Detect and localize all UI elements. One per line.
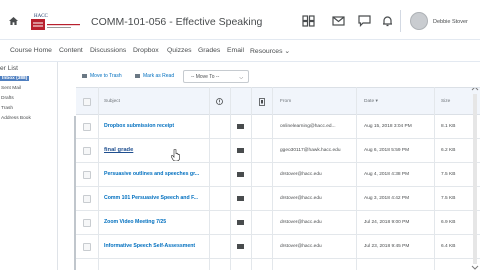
envelope-icon (237, 244, 244, 249)
message-from: drstover@hacc.edu (280, 244, 322, 249)
avatar[interactable] (410, 12, 428, 30)
row-checkbox[interactable] (83, 171, 91, 179)
folder-sidebar: er List Inbox (388) Sent Mail Drafts Tra… (0, 62, 56, 270)
table-row[interactable]: final grade ggeo30117@hawk.hacc.edu Aug … (76, 139, 480, 163)
trash-icon (82, 73, 87, 78)
mark-as-read-button[interactable]: Mark as Read (135, 73, 174, 79)
message-date: Jul 23, 2018 9:45 PM (364, 244, 410, 249)
folder-list-title: er List (0, 65, 18, 72)
message-icon[interactable] (358, 15, 371, 27)
envelope-icon (237, 148, 244, 153)
hand-cursor-icon (171, 149, 180, 161)
message-from: drstover@hacc.edu (280, 196, 322, 201)
envelope-open-icon (135, 73, 140, 78)
nav-content[interactable]: Content (59, 47, 83, 54)
message-from: drstover@hacc.edu (280, 220, 322, 225)
message-subject[interactable]: Persuasive outlines and speeches gr... (104, 171, 199, 177)
message-subject[interactable]: final grade (104, 147, 133, 153)
row-checkbox[interactable] (83, 243, 91, 251)
message-date: Aug 15, 2018 3:04 PM (364, 124, 412, 129)
sidebar-item-inbox[interactable]: Inbox (388) (0, 76, 30, 81)
message-size: 6.2 KB (441, 148, 456, 153)
message-size: 7.5 KB (441, 172, 456, 177)
move-to-select[interactable]: -- Move To -- ⌵ (183, 70, 249, 83)
message-subject[interactable]: Informative Speech Self-Assessment (104, 243, 195, 249)
sidebar-item-drafts[interactable]: Drafts (1, 96, 14, 101)
message-size: 8.1 KB (441, 124, 456, 129)
table-row[interactable]: Persuasive outlines and speeches gr... d… (76, 163, 480, 187)
column-size[interactable]: Size (441, 99, 450, 104)
row-checkbox[interactable] (83, 195, 91, 203)
nav-dropbox[interactable]: Dropbox (133, 47, 159, 54)
nav-email[interactable]: Email (227, 47, 244, 54)
home-icon[interactable] (9, 17, 18, 25)
table-header: Subject From Date ▾ Size (76, 87, 480, 115)
table-row[interactable]: Comm 101 Persuasive Speech and F... drst… (76, 187, 480, 211)
message-size: 6.4 KB (441, 244, 456, 249)
message-subject[interactable]: Zoom Video Meeting 7/25 (104, 219, 166, 225)
message-date: Aug 4, 2018 4:38 PM (364, 172, 410, 177)
toolbar-divider (400, 10, 401, 32)
envelope-icon (237, 196, 244, 201)
message-subject[interactable]: Comm 101 Persuasive Speech and F... (104, 195, 198, 201)
sidebar-item-sent-mail[interactable]: Sent Mail (1, 86, 21, 91)
hacc-logo[interactable]: HACC (30, 11, 82, 33)
nav-quizzes[interactable]: Quizzes (167, 47, 192, 54)
message-subject[interactable]: Dropbox submission receipt (104, 123, 174, 129)
mark-as-read-label: Mark as Read (143, 73, 175, 79)
column-from[interactable]: From (280, 99, 291, 104)
table-row[interactable]: Zoom Video Meeting 7/25 drstover@hacc.ed… (76, 211, 480, 235)
envelope-icon (237, 220, 244, 225)
attachment-icon[interactable] (259, 98, 265, 106)
nav-discussions[interactable]: Discussions (90, 47, 126, 54)
course-navbar: Course Home Content Discussions Dropbox … (0, 41, 480, 61)
nav-divider (0, 61, 480, 62)
row-checkbox[interactable] (83, 123, 91, 131)
select-all-checkbox[interactable] (83, 98, 91, 106)
message-from: ggeo30117@hawk.hacc.edu (280, 148, 341, 153)
nav-course-home[interactable]: Course Home (10, 47, 52, 54)
message-size: 7.5 KB (441, 196, 456, 201)
table-row[interactable]: Informative Speech Self-Assessment drsto… (76, 235, 480, 259)
move-to-trash-label: Move to Trash (90, 73, 122, 79)
importance-icon[interactable] (216, 98, 223, 105)
notification-bell-icon[interactable] (381, 15, 394, 27)
nav-resources[interactable]: Resources ⌄ (250, 47, 290, 55)
sidebar-item-address-book[interactable]: Address Book (1, 116, 31, 121)
email-icon[interactable] (332, 15, 345, 27)
column-subject[interactable]: Subject (104, 99, 120, 104)
top-bar: HACC COMM-101-056 - Effective Speaking D… (0, 0, 480, 40)
move-to-value: -- Move To -- (191, 74, 220, 80)
message-size: 6.9 KB (441, 220, 456, 225)
message-date: Aug 3, 2018 4:42 PM (364, 196, 410, 201)
table-row[interactable]: Dropbox submission receipt onlinelearnin… (76, 115, 480, 139)
course-title[interactable]: COMM-101-056 - Effective Speaking (91, 16, 262, 28)
grid-icon[interactable] (302, 15, 315, 27)
nav-grades[interactable]: Grades (198, 47, 220, 54)
envelope-icon (237, 172, 244, 177)
message-from: onlinelearning@hacc.ed... (280, 124, 336, 129)
message-date: Aug 6, 2018 5:59 PM (364, 148, 410, 153)
sidebar-divider (57, 62, 58, 270)
sidebar-item-trash[interactable]: Trash (1, 106, 13, 111)
envelope-icon (237, 124, 244, 129)
column-date[interactable]: Date ▾ (364, 99, 378, 104)
chevron-down-icon: ⌵ (239, 76, 243, 81)
scrollbar[interactable] (470, 88, 480, 270)
row-checkbox[interactable] (83, 147, 91, 155)
row-checkbox[interactable] (83, 219, 91, 227)
message-table: Subject From Date ▾ Size Dropbox submiss… (76, 87, 480, 270)
message-from: drstover@hacc.edu (280, 172, 322, 177)
user-name[interactable]: Debbie Stover (433, 19, 468, 25)
move-to-trash-button[interactable]: Move to Trash (82, 73, 122, 79)
svg-text:HACC: HACC (34, 14, 49, 19)
message-date: Jul 24, 2018 9:00 PM (364, 220, 410, 225)
